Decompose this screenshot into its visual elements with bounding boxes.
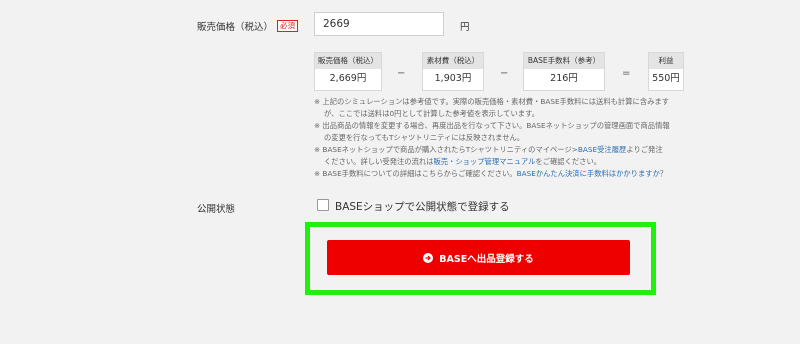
note-3-line-2: ください。詳しい受発注の流れは販売・ショップ管理マニュアルをご確認ください。 — [314, 156, 684, 168]
note-1-line-2: が、ここでは送料は0円として計算した参考値を表示しています。 — [324, 109, 539, 118]
sim-header: 素材費（税込） — [423, 53, 483, 69]
note-3-text-2-end: をご確認ください。 — [535, 157, 602, 166]
sim-value: 550円 — [652, 73, 680, 84]
submit-button-label: BASEへ出品登録する — [439, 253, 534, 265]
note-4-text: ※ BASE手数料についての詳細はこちらからご確認ください。 — [314, 169, 517, 178]
notes: ※ 上記のシミュレーションは参考値です。実際の販売価格・素材費・BASE手数料に… — [314, 96, 684, 180]
note-4: ※ BASE手数料についての詳細はこちらからご確認ください。BASEかんたん決済… — [314, 168, 684, 180]
note-3-text-end: よりご発注 — [626, 145, 663, 154]
note-2-line-2: の変更を行なってもTシャツトリニティには反映されません。 — [324, 133, 525, 142]
equals-operator: = — [622, 68, 631, 79]
base-order-history-link[interactable]: BASE受注履歴 — [578, 145, 626, 154]
sales-manual-link[interactable]: 販売・ショップ管理マニュアル — [433, 157, 535, 166]
note-3-text: ※ BASEネットショップで商品が購入されたらTシャツトリニティのマイページ> — [314, 145, 578, 154]
sim-sale-price: 販売価格（税込） 2,669円 — [314, 52, 382, 91]
required-badge: 必須 — [277, 20, 298, 32]
minus-operator: − — [397, 68, 406, 79]
note-3-text-2: ください。詳しい受発注の流れは — [324, 157, 434, 166]
note-1-line-1: ※ 上記のシミュレーションは参考値です。実際の販売価格・素材費・BASE手数料に… — [314, 97, 670, 106]
arrow-right-circle-icon — [423, 252, 434, 263]
note-4-text-end: ？ — [659, 169, 668, 178]
publish-checkbox-label[interactable]: BASEショップで公開状態で登録する — [335, 199, 510, 214]
minus-operator: − — [500, 68, 509, 79]
price-input[interactable] — [314, 12, 444, 36]
sim-value: 1,903円 — [434, 73, 472, 84]
sim-header: 販売価格（税込） — [315, 53, 381, 69]
note-3-line-1: ※ BASEネットショップで商品が購入されたらTシャツトリニティのマイページ>B… — [314, 144, 684, 156]
publish-label: 公開状態 — [197, 204, 236, 215]
base-fee-faq-link[interactable]: BASEかんたん決済に手数料はかかりますか — [517, 169, 660, 178]
sim-profit: 利益 550円 — [648, 52, 684, 91]
submit-to-base-button[interactable]: BASEへ出品登録する — [327, 240, 630, 275]
price-label: 販売価格（税込） — [197, 22, 274, 33]
publish-checkbox[interactable] — [317, 199, 329, 211]
sim-material-cost: 素材費（税込） 1,903円 — [422, 52, 484, 91]
sim-value: 2,669円 — [329, 73, 367, 84]
sim-header: 利益 — [649, 53, 683, 69]
note-2-line-1: ※ 出品商品の情報を変更する場合、再度出品を行なって下さい。BASEネットショッ… — [314, 121, 670, 130]
sim-base-fee: BASE手数料（参考） 216円 — [523, 52, 605, 91]
sim-value: 216円 — [550, 73, 578, 84]
sim-header: BASE手数料（参考） — [524, 53, 604, 69]
price-unit: 円 — [460, 22, 470, 33]
